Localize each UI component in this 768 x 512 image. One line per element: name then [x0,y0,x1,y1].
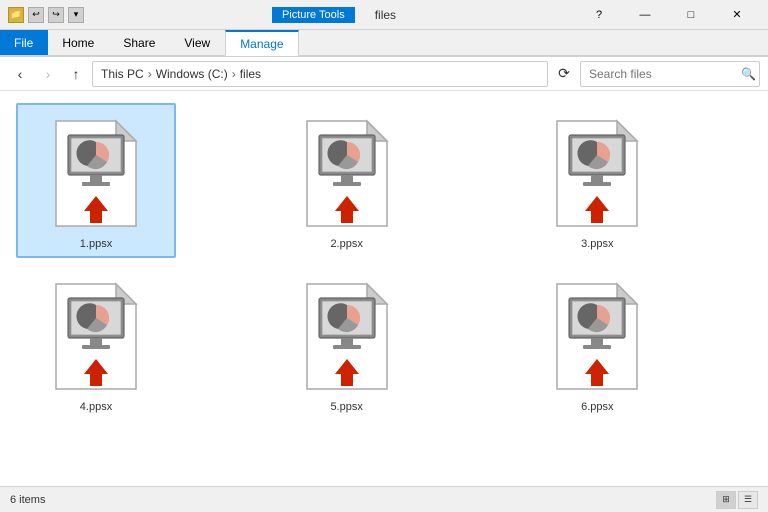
file-item[interactable]: 2.ppsx [267,103,427,258]
redo-icon[interactable]: ↪ [48,7,64,23]
tab-share[interactable]: Share [109,30,170,55]
tab-manage[interactable]: Manage [225,30,298,56]
minimize-button[interactable]: — [622,0,668,30]
search-wrap: 🔍 [580,61,760,87]
title-bar: 📁 ↩ ↪ ▾ Picture Tools files ? — □ ✕ [0,0,768,30]
item-count: 6 items [10,494,45,506]
undo-icon[interactable]: ↩ [28,7,44,23]
help-button[interactable]: ? [576,0,622,30]
file-item[interactable]: 1.ppsx [16,103,176,258]
picture-tools-label: Picture Tools [272,7,355,23]
title-bar-title: Picture Tools files [92,7,576,23]
ribbon-tabs: File Home Share View Manage [0,30,768,56]
file-name: 6.ppsx [581,401,613,413]
file-icon [46,274,146,397]
file-name: 1.ppsx [80,238,112,250]
breadcrumb-folder[interactable]: files [240,67,261,81]
breadcrumb[interactable]: This PC › Windows (C:) › files [92,61,548,87]
status-bar: 6 items ⊞ ☰ [0,486,768,512]
file-item[interactable]: 3.ppsx [517,103,677,258]
file-name: 3.ppsx [581,238,613,250]
dropdown-icon[interactable]: ▾ [68,7,84,23]
breadcrumb-sep1: › [148,67,152,81]
up-button[interactable]: ↑ [64,62,88,86]
address-bar: ‹ › ↑ This PC › Windows (C:) › files ⟳ 🔍 [0,57,768,91]
file-name: 4.ppsx [80,401,112,413]
forward-button[interactable]: › [36,62,60,86]
breadcrumb-drive[interactable]: Windows (C:) [156,67,228,81]
tab-home[interactable]: Home [48,30,109,55]
maximize-button[interactable]: □ [668,0,714,30]
files-title: files [375,8,396,22]
file-name: 2.ppsx [330,238,362,250]
tab-file[interactable]: File [0,30,48,55]
file-icon [297,111,397,234]
file-icon [297,274,397,397]
title-bar-icons: 📁 ↩ ↪ ▾ [8,7,84,23]
view-buttons: ⊞ ☰ [716,491,758,509]
file-item[interactable]: 4.ppsx [16,266,176,421]
back-button[interactable]: ‹ [8,62,32,86]
list-view-button[interactable]: ☰ [738,491,758,509]
file-icon [547,111,647,234]
refresh-button[interactable]: ⟳ [552,62,576,86]
search-input[interactable] [580,61,760,87]
window-controls: ? — □ ✕ [576,0,760,30]
file-item[interactable]: 6.ppsx [517,266,677,421]
tab-view[interactable]: View [170,30,225,55]
file-icon [46,111,146,234]
search-icon[interactable]: 🔍 [741,67,756,81]
large-icons-view-button[interactable]: ⊞ [716,491,736,509]
file-item[interactable]: 5.ppsx [267,266,427,421]
close-button[interactable]: ✕ [714,0,760,30]
quick-access-icon[interactable]: 📁 [8,7,24,23]
breadcrumb-computer[interactable]: This PC [101,67,144,81]
file-icon [547,274,647,397]
file-grid: 1.ppsx 2.ppsx [16,103,752,421]
breadcrumb-sep2: › [232,67,236,81]
file-area: 1.ppsx 2.ppsx [0,91,768,486]
ribbon: File Home Share View Manage [0,30,768,57]
file-name: 5.ppsx [330,401,362,413]
